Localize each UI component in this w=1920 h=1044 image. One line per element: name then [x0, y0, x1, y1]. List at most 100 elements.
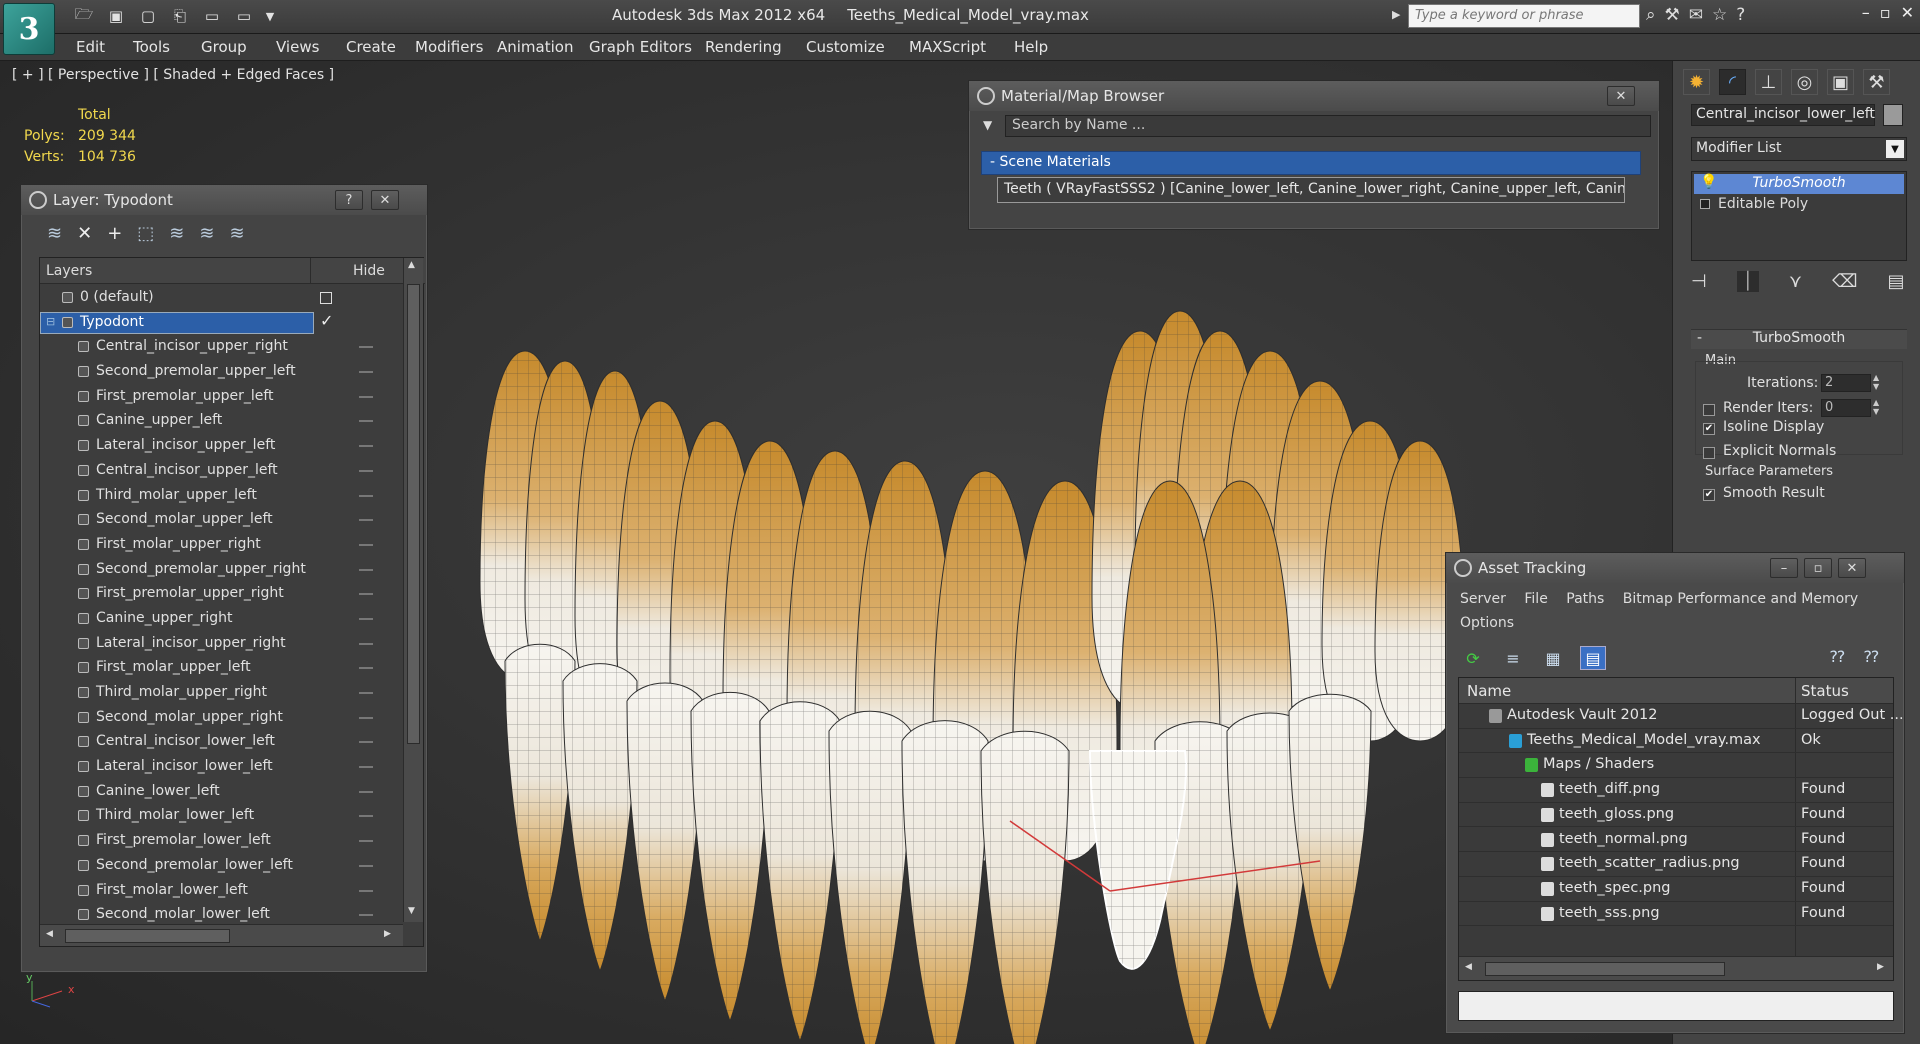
layer-row-default[interactable]: 0 (default) [40, 286, 396, 311]
turbosmooth-rollout-header[interactable]: - TurboSmooth [1691, 329, 1907, 349]
asset-tracking-window[interactable]: Asset Tracking – ▫ ✕ Server File Paths B… [1445, 552, 1905, 1034]
close-icon[interactable]: ✕ [1901, 3, 1914, 22]
menu-group[interactable]: Group [201, 38, 247, 56]
hide-all-icon[interactable]: ≋ [199, 223, 214, 244]
modifier-list-dropdown[interactable]: Modifier List ▼ [1691, 137, 1907, 161]
maximize-icon[interactable]: ▫ [1804, 558, 1832, 578]
hide-toggle[interactable] [359, 889, 373, 892]
render-iters-spinner[interactable]: 0 [1821, 399, 1871, 417]
binoculars-icon[interactable]: ⌕ [1646, 5, 1656, 25]
current-layer-check-icon[interactable]: ✓ [320, 311, 333, 330]
menu-file[interactable]: File [1524, 591, 1547, 607]
layer-object-row[interactable]: Central_incisor_upper_left [40, 459, 396, 484]
pin-stack-icon[interactable]: ⊣ [1691, 271, 1707, 292]
iterations-spinner[interactable]: 2 [1821, 374, 1871, 392]
close-button[interactable]: ✕ [371, 190, 399, 210]
layer-row-typodont[interactable]: ⊟ Typodont ✓ [40, 311, 396, 336]
hide-toggle[interactable] [359, 642, 373, 645]
hide-toggle[interactable] [359, 741, 373, 744]
layer-object-row[interactable]: First_molar_lower_left [40, 879, 396, 904]
spinner-arrows-icon[interactable]: ▲ ▼ [1873, 373, 1879, 391]
object-color-swatch[interactable] [1883, 104, 1903, 126]
scroll-thumb[interactable] [65, 929, 230, 943]
scroll-thumb[interactable] [1485, 962, 1725, 976]
asset-row[interactable]: teeth_diff.png Found [1459, 778, 1893, 803]
scroll-left-icon[interactable]: ◀ [1465, 962, 1472, 972]
hide-toggle[interactable] [359, 543, 373, 546]
menu-customize[interactable]: Customize [806, 38, 885, 56]
table-view-icon[interactable]: ▤ [1580, 646, 1606, 670]
close-button[interactable]: ✕ [1607, 86, 1635, 106]
stack-item-editable-poly[interactable]: Editable Poly [1694, 195, 1904, 215]
material-map-browser-window[interactable]: Material/Map Browser ✕ ▼ Search by Name … [968, 80, 1660, 230]
asset-row[interactable]: teeth_gloss.png Found [1459, 803, 1893, 828]
qat-dropdown-icon[interactable]: ▼ [264, 5, 276, 27]
expand-icon[interactable] [1700, 199, 1710, 209]
asset-tracking-titlebar[interactable]: Asset Tracking [1446, 553, 1904, 583]
smooth-result-checkbox[interactable]: ✔ [1703, 489, 1715, 501]
asset-row[interactable]: teeth_spec.png Found [1459, 877, 1893, 902]
menu-rendering[interactable]: Rendering [705, 38, 782, 56]
layer-object-row[interactable]: Third_molar_upper_right [40, 681, 396, 706]
layer-object-row[interactable]: Lateral_incisor_lower_left [40, 755, 396, 780]
layer-object-row[interactable]: Central_incisor_upper_right [40, 335, 396, 360]
scroll-left-icon[interactable]: ◀ [46, 929, 53, 939]
hide-toggle[interactable] [359, 469, 373, 472]
current-layer-box-icon[interactable] [320, 292, 332, 304]
thumbnail-view-icon[interactable]: ▦ [1540, 646, 1566, 670]
layer-object-row[interactable]: First_premolar_upper_right [40, 582, 396, 607]
hide-toggle[interactable] [359, 692, 373, 694]
make-unique-icon[interactable]: ⋎ [1789, 271, 1802, 292]
layer-list[interactable]: Layers Hide 0 (default) ⊟ Typodont ✓ Cen… [39, 257, 425, 947]
layer-object-row[interactable]: Canine_upper_right [40, 607, 396, 632]
scroll-right-icon[interactable]: ▶ [1877, 962, 1884, 972]
project-folder-icon[interactable]: ▭ [232, 5, 256, 27]
horizontal-scrollbar[interactable]: ◀ ▶ [40, 924, 403, 946]
layers-column-header[interactable]: Layers [46, 263, 92, 279]
material-search-input[interactable]: Search by Name ... [1005, 115, 1651, 137]
layer-object-row[interactable]: Canine_lower_left [40, 780, 396, 805]
collapse-icon[interactable]: ⊟ [46, 315, 55, 328]
layer-object-row[interactable]: First_premolar_lower_left [40, 829, 396, 854]
scroll-up-icon[interactable]: ▲ [408, 260, 415, 270]
hide-toggle[interactable] [359, 371, 373, 374]
highlight-layer-icon[interactable]: ≋ [169, 223, 184, 244]
subscription-icon[interactable]: ⚒ [1665, 5, 1680, 25]
layer-object-row[interactable]: Third_molar_upper_left [40, 484, 396, 509]
object-name-field[interactable]: Central_incisor_lower_left [1691, 104, 1875, 126]
hide-toggle[interactable] [359, 568, 373, 571]
scroll-thumb[interactable] [407, 284, 420, 744]
layer-manager-window[interactable]: Layer: Typodont ? ✕ ≋ ✕ + ⬚ ≋ ≋ ≋ Layers… [20, 184, 428, 973]
expand-arrow-icon[interactable]: ▶ [1392, 8, 1400, 21]
menu-graph-editors[interactable]: Graph Editors [589, 38, 692, 56]
menu-help[interactable]: Help [1014, 38, 1048, 56]
menu-edit[interactable]: Edit [76, 38, 105, 56]
hide-toggle[interactable] [359, 815, 373, 818]
asset-row[interactable]: teeth_sss.png Found [1459, 902, 1893, 927]
render-iters-checkbox[interactable] [1703, 404, 1715, 416]
modifier-stack[interactable]: 💡 TurboSmooth Editable Poly [1691, 171, 1907, 261]
save-icon[interactable]: ▣ [104, 5, 128, 27]
show-end-result-icon[interactable]: ⏐ [1736, 271, 1759, 292]
layer-object-row[interactable]: First_molar_upper_left [40, 656, 396, 681]
hide-toggle[interactable] [359, 766, 373, 769]
asset-row[interactable]: teeth_normal.png Found [1459, 828, 1893, 853]
minimize-icon[interactable]: – [1770, 558, 1798, 578]
layer-object-row[interactable]: Lateral_incisor_upper_left [40, 434, 396, 459]
scene-materials-section[interactable]: - Scene Materials [981, 151, 1641, 175]
asset-table[interactable]: Name Status Autodesk Vault 2012 Logged Ou… [1458, 677, 1904, 981]
hide-toggle[interactable] [359, 346, 373, 349]
menu-maxscript[interactable]: MAXScript [909, 38, 986, 56]
hide-toggle[interactable] [359, 445, 373, 448]
hide-column-header[interactable]: Hide [353, 263, 385, 279]
add-to-layer-icon[interactable]: + [107, 223, 122, 244]
redo-icon[interactable]: ▭ [200, 5, 224, 27]
asset-row[interactable]: Autodesk Vault 2012 Logged Out ... [1459, 704, 1904, 729]
menu-tools[interactable]: Tools [133, 38, 170, 56]
menu-options[interactable]: Options [1460, 615, 1514, 631]
name-column-header[interactable]: Name [1467, 682, 1511, 700]
chevron-down-icon[interactable]: ▼ [1886, 140, 1904, 158]
status-column-header[interactable]: Status [1801, 682, 1849, 700]
browser-options-icon[interactable]: ▼ [983, 118, 992, 132]
configure-sets-icon[interactable]: ▤ [1888, 271, 1905, 292]
